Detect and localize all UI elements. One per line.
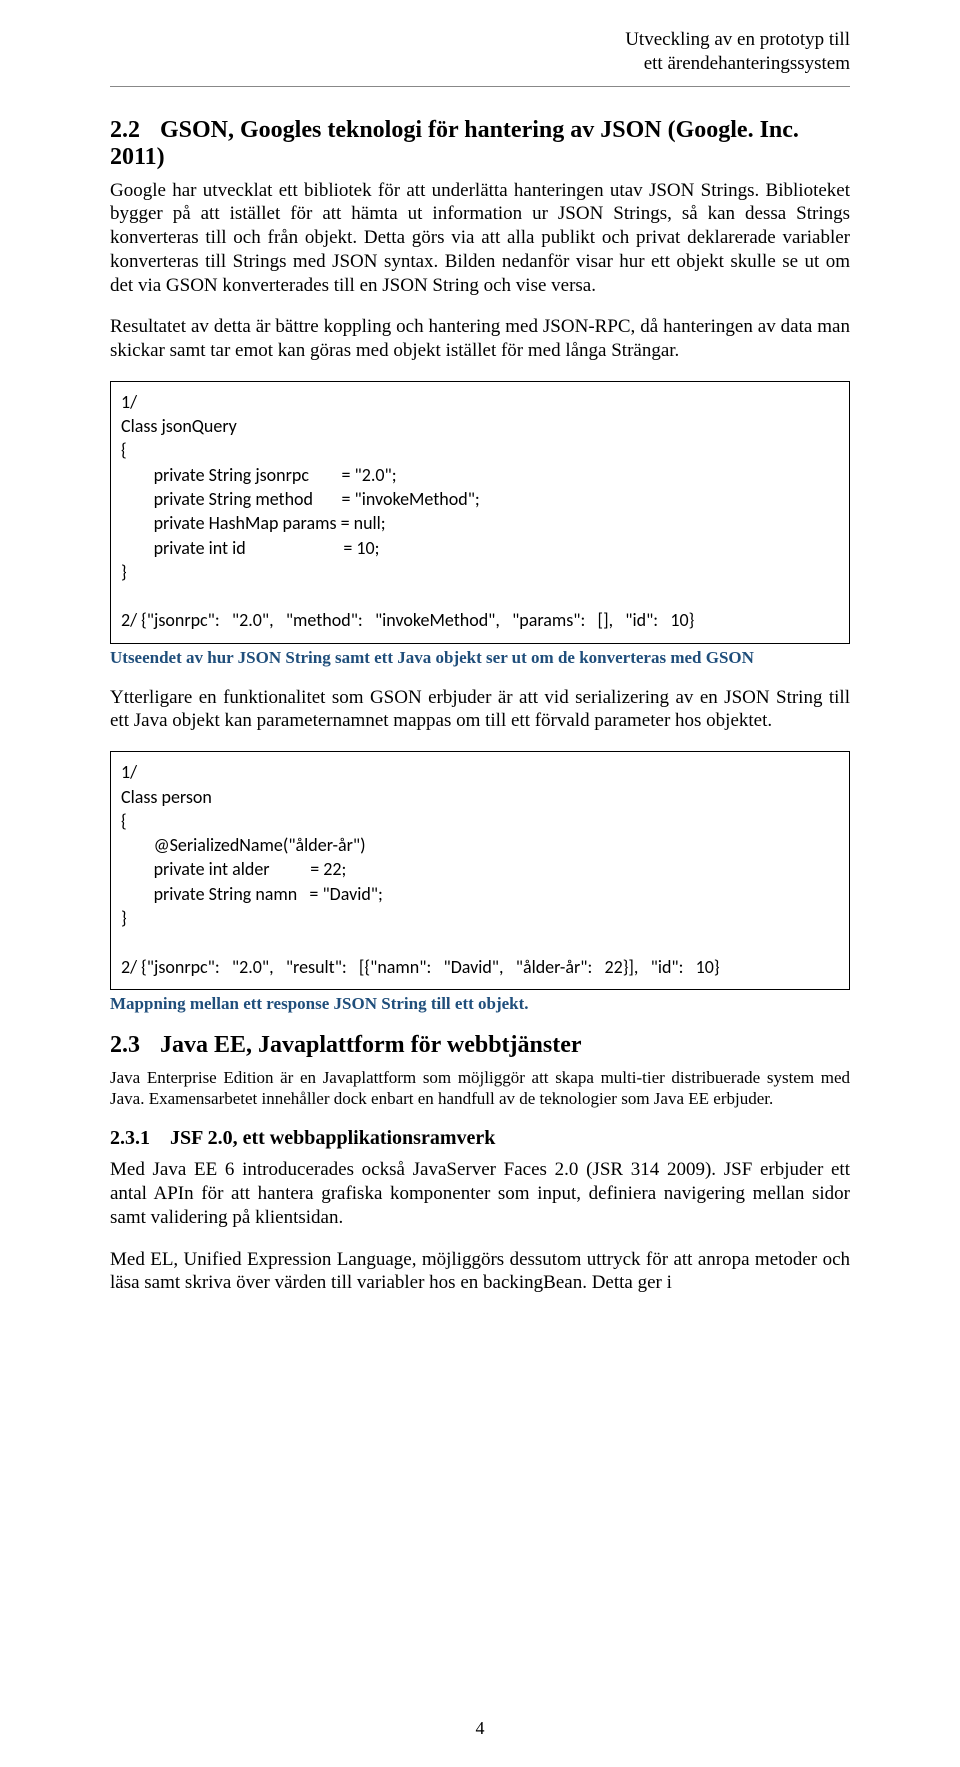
subsection-number: 2.3.1 xyxy=(110,1127,150,1150)
section-2-2-paragraph-1: Google har utvecklat ett bibliotek för a… xyxy=(110,179,850,298)
header-rule xyxy=(110,86,850,87)
section-2-3-heading: 2.3 Java EE, Javaplattform för webbtjänst… xyxy=(110,1032,850,1059)
section-number: 2.2 xyxy=(110,117,140,144)
section-2-3-1-heading: 2.3.1 JSF 2.0, ett webbapplikationsramver… xyxy=(110,1127,850,1150)
page-number: 4 xyxy=(0,1718,960,1739)
section-title: GSON, Googles teknologi för hantering av… xyxy=(110,117,799,170)
page: Utveckling av en prototyp till ett ärend… xyxy=(0,0,960,1767)
code-box-jsonquery: 1/ Class jsonQuery { private String json… xyxy=(110,381,850,644)
code-box-person: 1/ Class person { @SerializedName("ålder… xyxy=(110,751,850,990)
page-header: Utveckling av en prototyp till ett ärend… xyxy=(110,28,850,76)
section-2-3-1-paragraph-2: Med EL, Unified Expression Language, möj… xyxy=(110,1248,850,1296)
code-caption-1: Utseendet av hur JSON String samt ett Ja… xyxy=(110,648,850,668)
section-2-2-heading: 2.2GSON, Googles teknologi för hantering… xyxy=(110,117,850,171)
subsection-title: JSF 2.0, ett webbapplikationsramverk xyxy=(170,1127,495,1149)
section-2-2-paragraph-3: Ytterligare en funktionalitet som GSON e… xyxy=(110,686,850,734)
code-caption-2: Mappning mellan ett response JSON String… xyxy=(110,994,850,1014)
section-title: Java EE, Javaplattform för webbtjänster xyxy=(160,1032,582,1058)
section-2-3-1-paragraph-1: Med Java EE 6 introducerades också JavaS… xyxy=(110,1158,850,1229)
section-2-3-intro: Java Enterprise Edition är en Javaplattf… xyxy=(110,1067,850,1110)
section-2-2-paragraph-2: Resultatet av detta är bättre koppling o… xyxy=(110,315,850,363)
header-line-2: ett ärendehanteringssystem xyxy=(110,52,850,76)
header-line-1: Utveckling av en prototyp till xyxy=(110,28,850,52)
section-number: 2.3 xyxy=(110,1032,140,1059)
